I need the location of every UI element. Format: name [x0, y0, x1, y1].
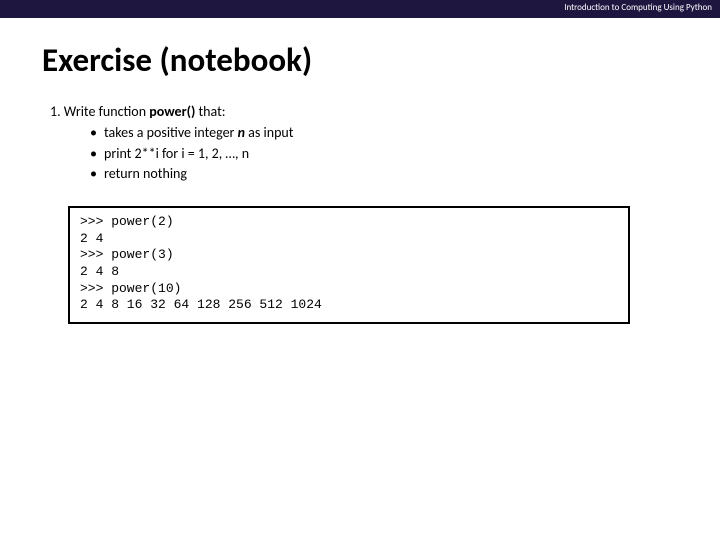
- lead-suffix: that:: [195, 103, 225, 120]
- header-band: Introduction to Computing Using Python: [0, 0, 720, 18]
- bullet-text-suffix: as input: [245, 124, 293, 141]
- bullet-item: return nothing: [90, 164, 678, 184]
- header-subtitle: Introduction to Computing Using Python: [564, 2, 712, 13]
- bullet-text-prefix: takes a positive integer: [104, 124, 238, 141]
- code-line: 2 4: [80, 231, 103, 246]
- bullet-text: print 2**i for i = 1, 2, …, n: [104, 145, 249, 162]
- code-line: >>> power(10): [80, 281, 181, 296]
- code-line: >>> power(2): [80, 214, 174, 229]
- bullet-item: takes a positive integer n as input: [90, 123, 678, 143]
- bullet-item: print 2**i for i = 1, 2, …, n: [90, 144, 678, 164]
- code-output-box: >>> power(2) 2 4 >>> power(3) 2 4 8 >>> …: [68, 206, 630, 324]
- instruction-lead: 1. Write function power() that:: [50, 102, 678, 122]
- code-line: 2 4 8 16 32 64 128 256 512 1024: [80, 297, 322, 312]
- instruction-block: 1. Write function power() that: takes a …: [50, 102, 678, 184]
- lead-prefix: 1. Write function: [50, 103, 149, 120]
- function-name: power(): [149, 103, 195, 120]
- bullet-list: takes a positive integer n as input prin…: [90, 123, 678, 184]
- slide-content: Exercise (notebook) 1. Write function po…: [0, 18, 720, 324]
- page-title: Exercise (notebook): [42, 40, 678, 80]
- bullet-emph: n: [238, 124, 245, 141]
- bullet-text: return nothing: [104, 165, 187, 182]
- code-line: 2 4 8: [80, 264, 119, 279]
- code-line: >>> power(3): [80, 247, 174, 262]
